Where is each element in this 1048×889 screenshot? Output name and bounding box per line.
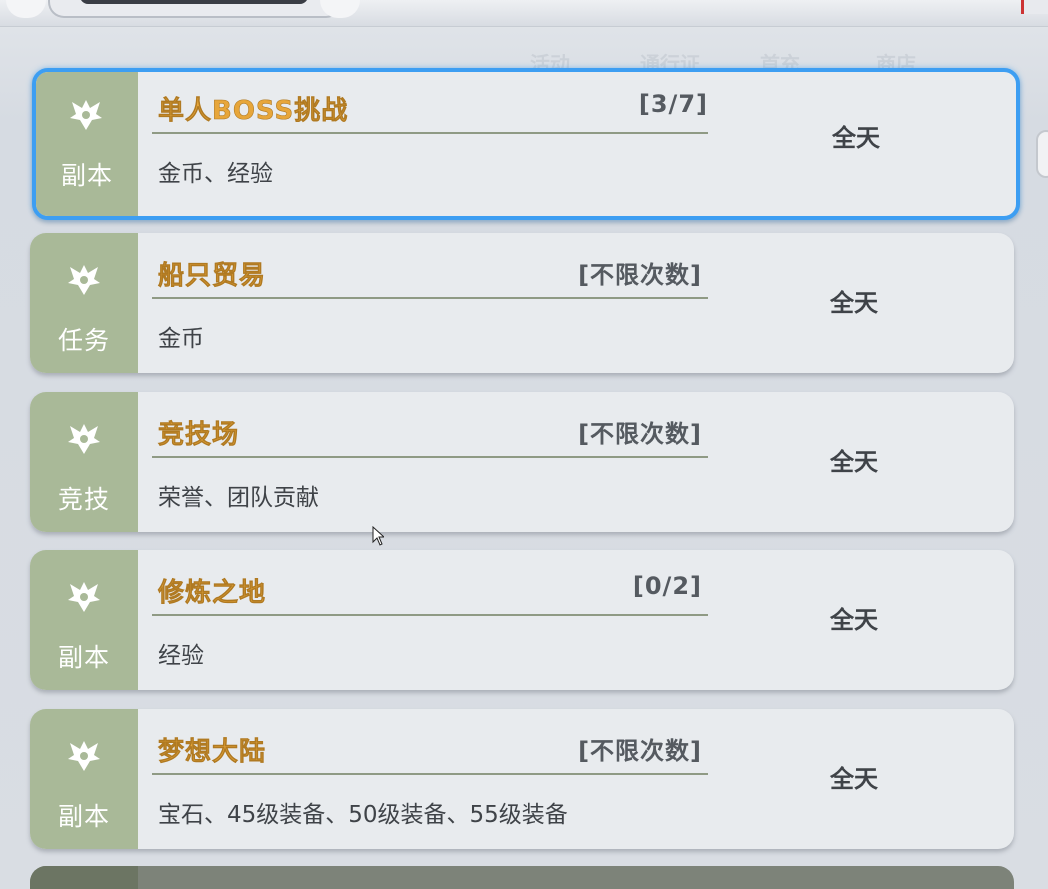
activity-card-dream-continent[interactable]: 副本 梦想大陆 [不限次数] 宝石、45级装备、50级装备、55级装备 全天 bbox=[30, 709, 1014, 849]
activity-card-training-ground[interactable]: 副本 修炼之地 [0/2] 经验 全天 bbox=[30, 550, 1014, 690]
activity-card-arena[interactable]: 竞技 竞技场 [不限次数] 荣誉、团队贡献 全天 bbox=[30, 392, 1014, 532]
winged-crest-icon bbox=[70, 100, 102, 130]
open-time: 全天 bbox=[830, 448, 878, 476]
reward-list: 经验 bbox=[158, 643, 204, 669]
activity-title: 船只贸易 bbox=[158, 261, 267, 292]
winged-crest-icon bbox=[68, 265, 100, 295]
open-time: 全天 bbox=[830, 606, 878, 634]
category-label: 竞技 bbox=[57, 485, 110, 514]
attempt-count: [0/2] bbox=[632, 572, 702, 600]
activity-title: 梦想大陆 bbox=[158, 737, 267, 768]
activity-card-ship-trade[interactable]: 任务 船只贸易 [不限次数] 金币 全天 bbox=[30, 233, 1014, 373]
category-label: 副本 bbox=[57, 643, 110, 672]
category-panel: 竞技 bbox=[30, 392, 138, 532]
category-panel: 任务 bbox=[30, 233, 138, 373]
category-panel: 副本 bbox=[36, 72, 138, 216]
attempt-count: [3/7] bbox=[638, 90, 708, 118]
reward-list: 金币 bbox=[158, 326, 204, 352]
category-label: 任务 bbox=[57, 326, 110, 355]
category-label: 副本 bbox=[57, 802, 110, 831]
title-divider bbox=[152, 132, 708, 134]
category-label: 副本 bbox=[60, 161, 113, 190]
title-divider bbox=[152, 614, 708, 616]
reward-list: 金币、经验 bbox=[158, 161, 273, 187]
activity-title: 竞技场 bbox=[158, 420, 240, 451]
category-panel bbox=[30, 866, 138, 889]
title-divider bbox=[152, 773, 708, 775]
open-time: 全天 bbox=[830, 765, 878, 793]
activity-title: 修炼之地 bbox=[158, 578, 267, 609]
winged-crest-icon bbox=[68, 582, 100, 612]
activity-title: 单人BOSS挑战 bbox=[158, 96, 349, 127]
title-divider bbox=[152, 297, 708, 299]
open-time: 全天 bbox=[830, 289, 878, 317]
title-divider bbox=[152, 456, 708, 458]
reward-list: 荣誉、团队贡献 bbox=[158, 485, 319, 511]
mouse-pointer-icon bbox=[372, 526, 384, 546]
winged-crest-icon bbox=[68, 741, 100, 771]
open-time: 全天 bbox=[832, 124, 880, 152]
winged-crest-icon bbox=[68, 424, 100, 454]
attempt-count: [不限次数] bbox=[578, 737, 702, 765]
attempt-count: [不限次数] bbox=[578, 261, 702, 289]
attempt-count: [不限次数] bbox=[578, 420, 702, 448]
activity-card-partial[interactable] bbox=[30, 866, 1014, 889]
category-panel: 副本 bbox=[30, 709, 138, 849]
reward-list: 宝石、45级装备、50级装备、55级装备 bbox=[158, 802, 568, 828]
activity-list: 副本 单人BOSS挑战 [3/7] 金币、经验 全天 任务 船只贸易 [不限次数… bbox=[0, 0, 1048, 889]
category-panel: 副本 bbox=[30, 550, 138, 690]
activity-card-boss-challenge[interactable]: 副本 单人BOSS挑战 [3/7] 金币、经验 全天 bbox=[32, 68, 1020, 220]
